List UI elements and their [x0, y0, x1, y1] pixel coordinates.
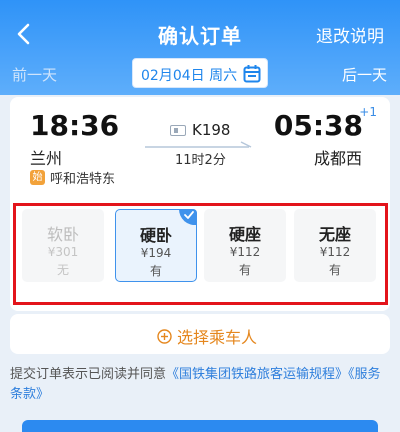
train-card-icon	[170, 124, 186, 136]
day-offset-badge: +1	[359, 105, 377, 119]
origin-badge: 始	[30, 170, 45, 185]
previous-day-button[interactable]: 前一天	[12, 64, 57, 85]
arrival-station: 成都西	[313, 149, 362, 168]
travel-duration: 11时2分	[175, 153, 226, 168]
calendar-icon	[243, 65, 261, 83]
origin-station: 呼和浩特东	[50, 172, 116, 187]
train-info[interactable]: K198	[170, 121, 230, 139]
date-label: 02月04日 周六	[141, 68, 238, 84]
plus-circle-icon	[157, 328, 172, 344]
seat-price: ¥112	[319, 245, 351, 259]
agreement-prefix: 提交订单表示已阅读并同意	[10, 367, 167, 382]
arrival-time: 05:38	[273, 109, 363, 142]
seat-availability: 无	[56, 263, 69, 277]
departure-time: 18:36	[30, 109, 120, 142]
checkmark-icon	[179, 209, 197, 225]
transport-rules-link[interactable]: 《国铁集团铁路旅客运输规程》	[166, 367, 348, 382]
seat-name: 硬座	[228, 225, 261, 244]
seat-price: ¥301	[47, 245, 79, 259]
add-passenger-content: 选择乘车人	[157, 324, 257, 348]
refund-policy-link[interactable]: 退改说明	[316, 22, 384, 47]
route-arrow-icon	[145, 141, 252, 148]
seat-option-soft-sleeper[interactable]: 软卧 ¥301 无	[22, 209, 104, 282]
seat-option-no-seat[interactable]: 无座 ¥112 有	[294, 209, 376, 282]
header-bar: 确认订单 退改说明 前一天 02月04日 周六 后一天	[0, 0, 400, 95]
seat-option-hard-seat[interactable]: 硬座 ¥112 有	[204, 209, 286, 282]
add-passenger-button[interactable]: 选择乘车人	[10, 314, 390, 354]
add-passenger-label: 选择乘车人	[177, 328, 258, 347]
seat-price: ¥194	[140, 246, 172, 260]
seat-name: 硬卧	[139, 226, 172, 245]
date-selector[interactable]: 02月04日 周六	[132, 58, 268, 88]
next-day-button[interactable]: 后一天	[342, 64, 387, 85]
seat-price: ¥112	[229, 245, 261, 259]
agreement-text: 提交订单表示已阅读并同意《国铁集团铁路旅客运输规程》《服务条款》	[10, 365, 392, 405]
seat-name: 软卧	[46, 225, 79, 244]
train-number: K198	[192, 121, 231, 139]
seat-availability: 有	[328, 263, 341, 277]
seat-name: 无座	[318, 225, 351, 244]
submit-order-button[interactable]	[22, 420, 378, 432]
seat-availability: 有	[238, 263, 251, 277]
origin-info: 始 呼和浩特东	[30, 168, 115, 187]
departure-station: 兰州	[30, 149, 63, 168]
seat-options: 软卧 ¥301 无 硬卧 ¥194 有 硬座 ¥112 有 无座 ¥112 有	[22, 209, 382, 291]
seat-availability: 有	[149, 264, 162, 278]
seat-option-hard-sleeper[interactable]: 硬卧 ¥194 有	[115, 209, 197, 282]
